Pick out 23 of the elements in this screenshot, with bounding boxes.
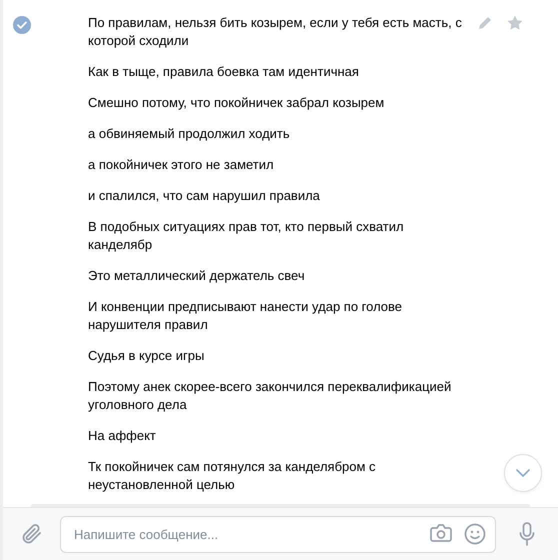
message-text: Судья в курсе игры [88,347,206,365]
message-text: По правилам, нельзя бить козырем, если у тебя есть масть, с которой сходили [88,14,463,50]
message-text: На аффект [88,427,157,445]
message-text: В подобных ситуациях прав тот, кто первый схватил канделябр [88,218,405,254]
message-text: а покойничек этого не заметил [88,156,275,174]
checked-circle-icon[interactable] [12,15,32,35]
message-text: Поэтому анек скорее-всего закончился переквалификацией уголовного дела [88,378,452,414]
camera-icon[interactable] [430,523,452,543]
microphone-icon[interactable] [519,522,535,546]
scroll-down-button[interactable] [504,454,542,492]
pencil-icon[interactable] [478,15,493,30]
star-icon[interactable] [507,15,523,30]
message-text: И конвенции предписывают нанести удар по голове нарушителя правил [88,298,404,334]
message-text: Как в тыще, правила боевка там идентичная [88,63,360,81]
smiley-icon[interactable] [464,523,486,545]
message-text: а обвиняемый продолжил ходить [88,125,291,143]
message-text: Смешно потому, что покойничек забрал козырем [88,94,386,112]
message-text: Тк покойничек сам потянулся за канделябром с неустановленной целью [88,458,377,494]
paperclip-icon[interactable] [20,522,42,546]
message-input-field[interactable]: Напишите сообщение... [60,516,496,553]
message-text: и спалился, что сам нарушил правила [88,187,321,205]
chevron-down-icon [516,469,530,477]
message-text: Это металлический держатель свеч [88,267,306,285]
